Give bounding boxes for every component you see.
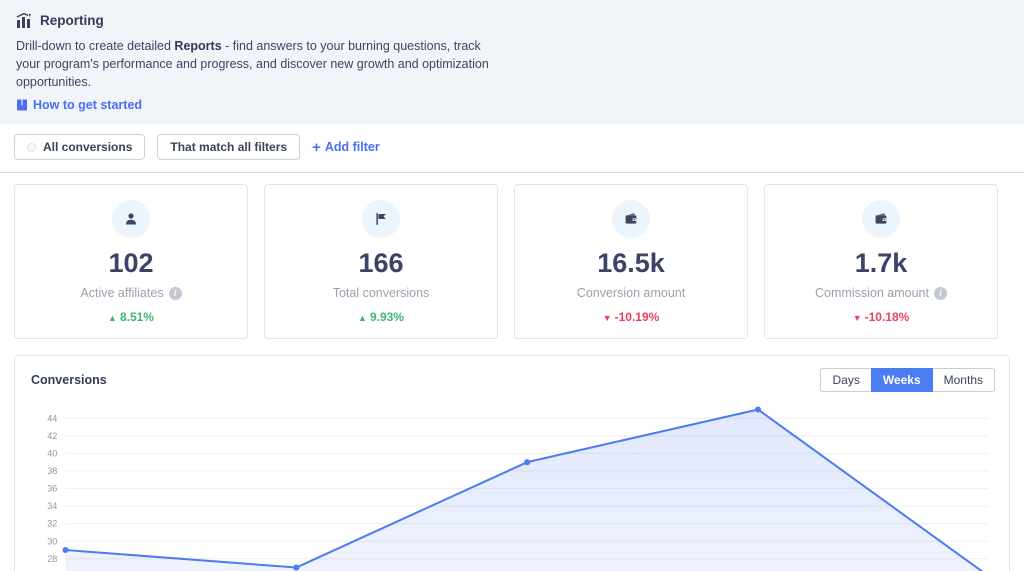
stat-value: 16.5k bbox=[597, 248, 665, 279]
book-icon bbox=[16, 99, 28, 111]
trend-up-icon: ▲ bbox=[108, 313, 117, 324]
stat-card-total-conversions: 166 Total conversions ▲ 9.93% bbox=[264, 184, 498, 340]
svg-text:28: 28 bbox=[47, 554, 57, 564]
page-header: Reporting Drill-down to create detailed … bbox=[0, 0, 1024, 125]
svg-text:30: 30 bbox=[47, 537, 57, 547]
svg-text:38: 38 bbox=[47, 466, 57, 476]
stat-card-commission-amount: 1.7k Commission amount i ▼ -10.18% bbox=[764, 184, 998, 340]
svg-text:42: 42 bbox=[47, 431, 57, 441]
page-description: Drill-down to create detailed Reports - … bbox=[16, 39, 489, 90]
match-all-filters-button[interactable]: That match all filters bbox=[157, 134, 301, 161]
all-conversions-label: All conversions bbox=[43, 140, 133, 155]
trend-down-icon: ▼ bbox=[852, 313, 862, 324]
user-icon bbox=[112, 200, 150, 239]
filter-bar: All conversions That match all filters +… bbox=[0, 124, 1024, 174]
chart-title: Conversions bbox=[31, 373, 107, 388]
stat-label: Conversion amount bbox=[576, 286, 686, 301]
period-toggle: Days Weeks Months bbox=[820, 368, 995, 393]
trend-up-icon: ▲ bbox=[358, 313, 367, 324]
stats-row: 102 Active affiliates i ▲ 8.51% 166 Total… bbox=[14, 184, 998, 340]
how-to-get-started-link[interactable]: How to get started bbox=[16, 98, 1008, 112]
all-conversions-button[interactable]: All conversions bbox=[14, 134, 146, 161]
stat-label: Total conversions bbox=[332, 286, 430, 301]
conversions-chart-card: Conversions Days Weeks Months 2628303234… bbox=[14, 355, 1010, 571]
toggle-weeks-button[interactable]: Weeks bbox=[870, 368, 933, 393]
toggle-months-button[interactable]: Months bbox=[931, 368, 995, 393]
trend-down-icon: ▼ bbox=[602, 313, 612, 324]
info-icon[interactable]: i bbox=[933, 286, 947, 300]
stat-trend: ▲ 8.51% bbox=[108, 310, 154, 325]
add-filter-button[interactable]: + Add filter bbox=[312, 140, 380, 155]
stat-card-conversion-amount: 16.5k Conversion amount ▼ -10.19% bbox=[514, 184, 748, 340]
stat-trend: ▼ -10.18% bbox=[852, 310, 910, 325]
chart-svg: 26283032343638404244Mar 05Mar 12Mar 19Ma… bbox=[47, 406, 989, 571]
stat-value: 102 bbox=[108, 248, 154, 279]
add-filter-label: Add filter bbox=[324, 140, 380, 155]
toggle-days-button[interactable]: Days bbox=[820, 368, 872, 393]
stat-trend: ▼ -10.19% bbox=[602, 310, 660, 325]
svg-text:44: 44 bbox=[47, 414, 57, 424]
stat-value: 1.7k bbox=[854, 248, 908, 279]
match-all-filters-label: That match all filters bbox=[170, 140, 288, 155]
stat-label: Commission amount i bbox=[775, 286, 987, 300]
svg-text:36: 36 bbox=[47, 484, 57, 494]
wallet-icon bbox=[612, 200, 650, 239]
stat-value: 166 bbox=[358, 248, 404, 279]
svg-text:40: 40 bbox=[47, 449, 57, 459]
stat-card-active-affiliates: 102 Active affiliates i ▲ 8.51% bbox=[14, 184, 248, 340]
svg-text:34: 34 bbox=[47, 502, 57, 512]
flag-icon bbox=[362, 200, 400, 239]
stat-label: Active affiliates i bbox=[25, 286, 237, 300]
how-to-get-started-label: How to get started bbox=[33, 98, 143, 113]
conversions-line-chart: 26283032343638404244Mar 05Mar 12Mar 19Ma… bbox=[15, 394, 1009, 571]
svg-text:32: 32 bbox=[47, 519, 57, 529]
info-icon[interactable]: i bbox=[168, 286, 182, 300]
radio-circle-icon bbox=[27, 142, 36, 152]
bar-chart-icon bbox=[16, 13, 33, 28]
wallet-icon bbox=[862, 200, 900, 239]
plus-icon: + bbox=[312, 138, 321, 156]
page-title: Reporting bbox=[40, 13, 104, 28]
stat-trend: ▲ 9.93% bbox=[358, 310, 404, 325]
